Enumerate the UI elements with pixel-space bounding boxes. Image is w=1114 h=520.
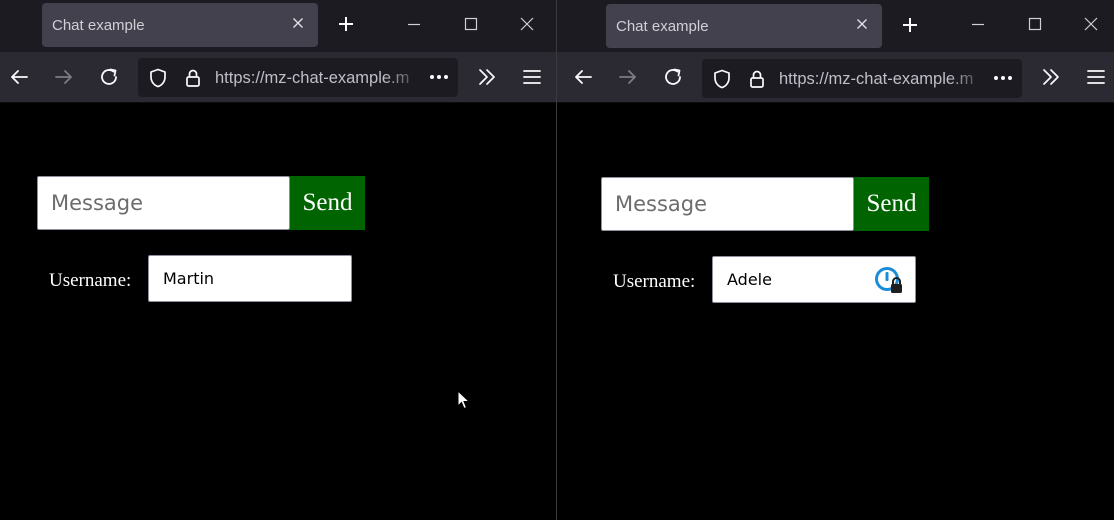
- page-content: Send Username:: [557, 104, 1114, 520]
- back-arrow-icon[interactable]: [572, 66, 594, 88]
- shield-icon[interactable]: [711, 68, 733, 90]
- username-label: Username:: [49, 270, 132, 291]
- reload-icon[interactable]: [662, 66, 684, 88]
- close-window-icon[interactable]: [517, 14, 537, 34]
- plus-icon[interactable]: [336, 14, 356, 34]
- hamburger-menu-icon[interactable]: [1085, 66, 1107, 88]
- close-icon[interactable]: [290, 15, 306, 31]
- browser-window-martin: Chat example https://mz-chat-example.m S…: [0, 0, 556, 520]
- lock-icon[interactable]: [746, 68, 768, 90]
- tab-chat-example[interactable]: Chat example: [606, 4, 882, 48]
- url-text: https://mz-chat-example.m: [215, 69, 410, 87]
- password-manager-lock-icon[interactable]: [873, 265, 905, 297]
- username-input[interactable]: [148, 255, 352, 302]
- minimize-icon[interactable]: [404, 14, 424, 34]
- plus-icon[interactable]: [900, 15, 920, 35]
- url-fade: [384, 58, 424, 97]
- page-content: Send Username:: [0, 104, 556, 520]
- chevrons-right-icon[interactable]: [1040, 66, 1062, 88]
- title-bar: Chat example: [0, 0, 556, 52]
- hamburger-menu-icon[interactable]: [521, 66, 543, 88]
- maximize-icon[interactable]: [461, 14, 481, 34]
- nav-toolbar: https://mz-chat-example.m: [0, 52, 556, 103]
- tab-title: Chat example: [52, 17, 145, 34]
- tab-title: Chat example: [616, 18, 709, 35]
- username-label: Username:: [613, 271, 696, 292]
- message-input[interactable]: [601, 177, 854, 231]
- nav-toolbar: https://mz-chat-example.m: [557, 52, 1114, 103]
- more-horizontal-icon[interactable]: [428, 66, 450, 88]
- url-fade: [948, 59, 988, 98]
- chevrons-right-icon[interactable]: [476, 66, 498, 88]
- back-arrow-icon[interactable]: [8, 66, 30, 88]
- minimize-icon[interactable]: [968, 14, 988, 34]
- send-button[interactable]: Send: [290, 176, 365, 230]
- mouse-cursor-icon: [457, 390, 471, 410]
- forward-arrow-icon[interactable]: [53, 66, 75, 88]
- lock-icon[interactable]: [182, 67, 204, 89]
- browser-window-adele: Chat example https://mz-chat-example.m S…: [557, 0, 1114, 520]
- send-button[interactable]: Send: [854, 177, 929, 231]
- reload-icon[interactable]: [98, 66, 120, 88]
- shield-icon[interactable]: [147, 67, 169, 89]
- forward-arrow-icon[interactable]: [617, 66, 639, 88]
- maximize-icon[interactable]: [1025, 14, 1045, 34]
- tab-chat-example[interactable]: Chat example: [42, 3, 318, 47]
- title-bar: Chat example: [557, 0, 1114, 52]
- url-bar[interactable]: https://mz-chat-example.m: [138, 58, 458, 97]
- url-bar[interactable]: https://mz-chat-example.m: [702, 59, 1022, 98]
- more-horizontal-icon[interactable]: [992, 67, 1014, 89]
- url-text: https://mz-chat-example.m: [779, 70, 974, 88]
- close-icon[interactable]: [854, 16, 870, 32]
- message-input[interactable]: [37, 176, 290, 230]
- close-window-icon[interactable]: [1081, 14, 1101, 34]
